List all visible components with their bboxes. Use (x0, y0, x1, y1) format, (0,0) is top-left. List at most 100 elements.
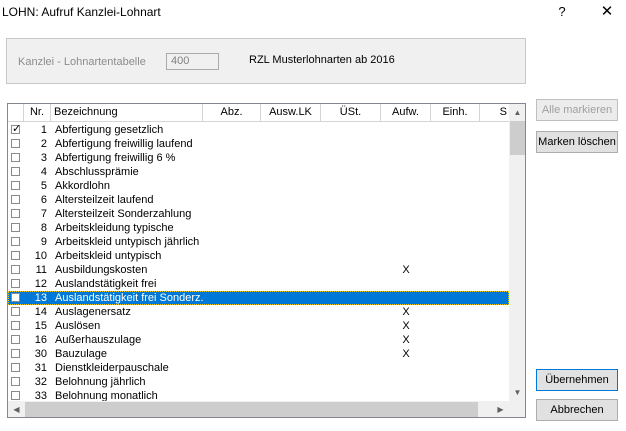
table-row[interactable]: 6 Altersteilzeit laufend (8, 193, 509, 207)
scroll-up-icon[interactable]: ▲ (509, 104, 525, 121)
header-ausw-lk[interactable]: Ausw.LK (261, 104, 321, 121)
table-row[interactable]: 31 Dienstkleiderpauschale (8, 361, 509, 375)
row-bezeichnung: Akkordlohn (55, 180, 111, 192)
row-checkbox[interactable] (11, 139, 20, 148)
row-aufw-mark: X (402, 320, 410, 332)
row-bezeichnung: Auslösen (55, 320, 101, 332)
row-checkbox[interactable] (11, 153, 20, 162)
header-einh[interactable]: Einh. (431, 104, 480, 121)
row-bezeichnung: Auslandstätigkeit frei Sonderz. (55, 292, 204, 304)
table-row[interactable]: 2 Abfertigung freiwillig laufend (8, 137, 509, 151)
row-checkbox[interactable] (11, 251, 20, 260)
header-bezeichnung[interactable]: Bezeichnung (51, 104, 203, 121)
row-nr: 32 (34, 376, 47, 388)
row-checkbox[interactable] (11, 349, 20, 358)
row-checkbox[interactable] (11, 195, 20, 204)
kanzlei-number-field: 400 (166, 53, 219, 70)
kanzlei-label: Kanzlei - Lohnartentabelle (18, 56, 146, 68)
scroll-right-icon[interactable]: ▶ (492, 401, 509, 417)
table-row[interactable]: 10 Arbeitskleid untypisch (8, 249, 509, 263)
cancel-button[interactable]: Abbrechen (536, 399, 618, 421)
table-row[interactable]: 30 Bauzulage X (8, 347, 509, 361)
horizontal-scroll-thumb[interactable] (25, 402, 478, 417)
row-checkbox[interactable] (11, 391, 20, 400)
table-row[interactable]: 14 Auslagenersatz X (8, 305, 509, 319)
close-button[interactable]: ✕ (594, 1, 620, 23)
row-bezeichnung: Bauzulage (55, 348, 107, 360)
header-abz[interactable]: Abz. (203, 104, 261, 121)
table-row[interactable]: 7 Altersteilzeit Sonderzahlung (8, 207, 509, 221)
list-header: Nr. Bezeichnung Abz. Ausw.LK ÜSt. Aufw. … (8, 104, 509, 122)
scroll-down-icon[interactable]: ▼ (509, 384, 525, 401)
horizontal-scrollbar[interactable]: ◀ ▶ (8, 401, 509, 417)
vertical-scroll-thumb[interactable] (510, 121, 525, 155)
mark-all-button[interactable]: Alle markieren (536, 99, 618, 121)
scroll-left-icon[interactable]: ◀ (8, 401, 25, 417)
row-bezeichnung: Dienstkleiderpauschale (55, 362, 169, 374)
row-nr: 13 (34, 292, 47, 304)
table-row[interactable]: 16 Außerhauszulage X (8, 333, 509, 347)
row-bezeichnung: Abschlussprämie (55, 166, 139, 178)
row-checkbox[interactable] (11, 181, 20, 190)
table-row[interactable]: 12 Auslandstätigkeit frei (8, 277, 509, 291)
header-nr[interactable]: Nr. (24, 104, 51, 121)
window-title: LOHN: Aufruf Kanzlei-Lohnart (2, 5, 161, 19)
row-nr: 16 (34, 334, 47, 346)
table-row[interactable]: 11 Ausbildungskosten X (8, 263, 509, 277)
title-bar: LOHN: Aufruf Kanzlei-Lohnart ? ✕ (0, 0, 626, 24)
row-bezeichnung: Außerhauszulage (55, 334, 142, 346)
table-row[interactable]: 32 Belohnung jährlich (8, 375, 509, 389)
table-row[interactable]: 3 Abfertigung freiwillig 6 % (8, 151, 509, 165)
table-row[interactable]: 8 Arbeitskleidung typische (8, 221, 509, 235)
clear-marks-button[interactable]: Marken löschen (536, 131, 618, 153)
table-row[interactable]: 15 Auslösen X (8, 319, 509, 333)
header-ust[interactable]: ÜSt. (321, 104, 381, 121)
row-checkbox[interactable] (11, 335, 20, 344)
row-bezeichnung: Arbeitskleid untypisch (55, 250, 162, 262)
row-checkbox[interactable] (11, 265, 20, 274)
row-nr: 7 (40, 208, 47, 220)
help-button[interactable]: ? (548, 1, 576, 23)
table-row[interactable]: 5 Akkordlohn (8, 179, 509, 193)
row-bezeichnung: Belohnung jährlich (55, 376, 146, 388)
row-bezeichnung: Ausbildungskosten (55, 264, 148, 276)
row-checkbox[interactable] (11, 307, 20, 316)
table-row[interactable]: 4 Abschlussprämie (8, 165, 509, 179)
header-s[interactable]: S (480, 104, 509, 121)
row-checkbox[interactable] (11, 377, 20, 386)
scroll-corner (509, 401, 525, 417)
row-aufw-mark: X (402, 306, 410, 318)
row-bezeichnung: Abfertigung gesetzlich (55, 124, 164, 136)
row-bezeichnung: Altersteilzeit laufend (55, 194, 154, 206)
header-aufw[interactable]: Aufw. (381, 104, 431, 121)
kanzlei-table-name: RZL Musterlohnarten ab 2016 (249, 54, 395, 66)
row-nr: 30 (34, 348, 47, 360)
row-checkbox[interactable] (11, 122, 21, 135)
row-nr: 6 (40, 194, 47, 206)
row-aufw-mark: X (402, 264, 410, 276)
row-bezeichnung: Altersteilzeit Sonderzahlung (55, 208, 192, 220)
accept-button[interactable]: Übernehmen (536, 369, 618, 391)
row-bezeichnung: Arbeitskleidung typische (55, 222, 174, 234)
row-checkbox[interactable] (11, 209, 20, 218)
row-nr: 4 (40, 166, 47, 178)
row-checkbox[interactable] (11, 237, 20, 246)
row-bezeichnung: Auslagenersatz (55, 306, 131, 318)
row-checkbox[interactable] (11, 223, 20, 232)
row-nr: 12 (34, 278, 47, 290)
table-row[interactable]: 1 Abfertigung gesetzlich (8, 122, 509, 137)
row-checkbox[interactable] (11, 167, 20, 176)
row-nr: 15 (34, 320, 47, 332)
table-row[interactable]: 13 Auslandstätigkeit frei Sonderz. (8, 291, 509, 305)
vertical-scrollbar[interactable]: ▲ ▼ (509, 104, 525, 401)
row-nr: 31 (34, 362, 47, 374)
row-nr: 2 (40, 138, 47, 150)
row-checkbox[interactable] (11, 321, 20, 330)
lohnart-list[interactable]: Nr. Bezeichnung Abz. Ausw.LK ÜSt. Aufw. … (7, 103, 526, 418)
table-row[interactable]: 9 Arbeitskleid untypisch jährlich (8, 235, 509, 249)
row-checkbox[interactable] (11, 279, 20, 288)
row-nr: 10 (34, 250, 47, 262)
row-checkbox[interactable] (11, 363, 20, 372)
row-bezeichnung: Abfertigung freiwillig 6 % (55, 152, 176, 164)
row-checkbox[interactable] (11, 293, 20, 302)
